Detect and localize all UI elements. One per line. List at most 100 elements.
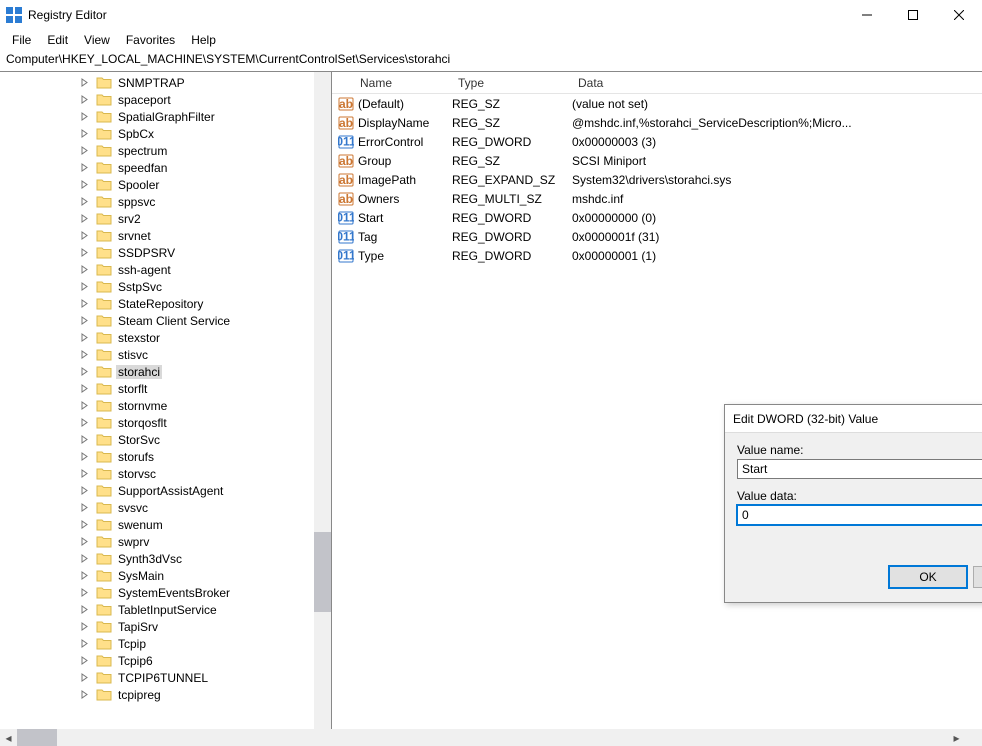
tree-item[interactable]: ssh-agent <box>0 261 314 278</box>
expand-icon[interactable] <box>78 298 90 310</box>
expand-icon[interactable] <box>78 247 90 259</box>
tree-item[interactable]: tcpipreg <box>0 686 314 703</box>
expand-icon[interactable] <box>78 672 90 684</box>
tree-item[interactable]: stornvme <box>0 397 314 414</box>
minimize-button[interactable] <box>844 0 890 30</box>
expand-icon[interactable] <box>78 519 90 531</box>
expand-icon[interactable] <box>78 485 90 497</box>
close-button[interactable] <box>936 0 982 30</box>
tree-item[interactable]: storufs <box>0 448 314 465</box>
expand-icon[interactable] <box>78 655 90 667</box>
expand-icon[interactable] <box>78 196 90 208</box>
tree-item[interactable]: StorSvc <box>0 431 314 448</box>
tree-item[interactable]: srv2 <box>0 210 314 227</box>
tree-item[interactable]: speedfan <box>0 159 314 176</box>
tree-item[interactable]: spaceport <box>0 91 314 108</box>
tree-item[interactable]: storqosflt <box>0 414 314 431</box>
expand-icon[interactable] <box>78 638 90 650</box>
expand-icon[interactable] <box>78 536 90 548</box>
menu-edit[interactable]: Edit <box>39 31 76 49</box>
menu-view[interactable]: View <box>76 31 118 49</box>
expand-icon[interactable] <box>78 553 90 565</box>
expand-icon[interactable] <box>78 604 90 616</box>
tree-item[interactable]: Spooler <box>0 176 314 193</box>
expand-icon[interactable] <box>78 366 90 378</box>
expand-icon[interactable] <box>78 621 90 633</box>
tree-item[interactable]: storvsc <box>0 465 314 482</box>
expand-icon[interactable] <box>78 434 90 446</box>
tree-item[interactable]: Steam Client Service <box>0 312 314 329</box>
tree-item[interactable]: Tcpip6 <box>0 652 314 669</box>
tree-item[interactable]: spectrum <box>0 142 314 159</box>
expand-icon[interactable] <box>78 281 90 293</box>
menu-favorites[interactable]: Favorites <box>118 31 183 49</box>
folder-icon <box>96 365 112 378</box>
expand-icon[interactable] <box>78 400 90 412</box>
tree-item[interactable]: SpatialGraphFilter <box>0 108 314 125</box>
address-bar[interactable]: Computer\HKEY_LOCAL_MACHINE\SYSTEM\Curre… <box>0 50 982 72</box>
expand-icon[interactable] <box>78 230 90 242</box>
expand-icon[interactable] <box>78 111 90 123</box>
tree-item[interactable]: storahci <box>0 363 314 380</box>
tree-item[interactable]: SysMain <box>0 567 314 584</box>
expand-icon[interactable] <box>78 349 90 361</box>
tree-item[interactable]: sppsvc <box>0 193 314 210</box>
tree-item[interactable]: SstpSvc <box>0 278 314 295</box>
vertical-scrollbar[interactable] <box>314 72 331 729</box>
expand-icon[interactable] <box>78 570 90 582</box>
expand-icon[interactable] <box>78 128 90 140</box>
scroll-left-arrow[interactable]: ◂ <box>0 729 17 746</box>
tree-item[interactable]: Tcpip <box>0 635 314 652</box>
tree-item[interactable]: Synth3dVsc <box>0 550 314 567</box>
expand-icon[interactable] <box>78 689 90 701</box>
tree-item[interactable]: srvnet <box>0 227 314 244</box>
expand-icon[interactable] <box>78 315 90 327</box>
ok-button[interactable]: OK <box>889 566 967 588</box>
cancel-button[interactable]: Cancel <box>973 566 982 588</box>
expand-icon[interactable] <box>78 332 90 344</box>
expand-icon[interactable] <box>78 77 90 89</box>
expand-icon[interactable] <box>78 179 90 191</box>
tree-item[interactable]: svsvc <box>0 499 314 516</box>
tree-item[interactable]: SNMPTRAP <box>0 74 314 91</box>
maximize-button[interactable] <box>890 0 936 30</box>
tree-item[interactable]: TabletInputService <box>0 601 314 618</box>
tree-item[interactable]: SystemEventsBroker <box>0 584 314 601</box>
expand-icon[interactable] <box>78 94 90 106</box>
expand-icon[interactable] <box>78 162 90 174</box>
edit-dword-dialog: Edit DWORD (32-bit) Value Value name: Va… <box>724 404 982 603</box>
tree-item-label: SysMain <box>116 569 166 583</box>
vertical-scrollbar-thumb[interactable] <box>314 532 331 612</box>
horizontal-scrollbar-thumb[interactable] <box>17 729 57 746</box>
horizontal-scrollbar[interactable]: ◂ ▸ <box>0 729 982 746</box>
folder-icon <box>96 671 112 684</box>
tree-item[interactable]: TapiSrv <box>0 618 314 635</box>
expand-icon[interactable] <box>78 145 90 157</box>
menu-help[interactable]: Help <box>183 31 224 49</box>
tree-item[interactable]: storflt <box>0 380 314 397</box>
tree-item[interactable]: swenum <box>0 516 314 533</box>
expand-icon[interactable] <box>78 383 90 395</box>
folder-icon <box>96 535 112 548</box>
expand-icon[interactable] <box>78 502 90 514</box>
expand-icon[interactable] <box>78 468 90 480</box>
expand-icon[interactable] <box>78 587 90 599</box>
tree-item[interactable]: StateRepository <box>0 295 314 312</box>
tree-item[interactable]: TCPIP6TUNNEL <box>0 669 314 686</box>
menu-file[interactable]: File <box>4 31 39 49</box>
expand-icon[interactable] <box>78 451 90 463</box>
tree-item[interactable]: SpbCx <box>0 125 314 142</box>
tree-item[interactable]: stexstor <box>0 329 314 346</box>
scroll-right-arrow[interactable]: ▸ <box>948 729 965 746</box>
tree-item[interactable]: SupportAssistAgent <box>0 482 314 499</box>
expand-icon[interactable] <box>78 417 90 429</box>
expand-icon[interactable] <box>78 213 90 225</box>
tree-item[interactable]: SSDPSRV <box>0 244 314 261</box>
dialog-overlay: Edit DWORD (32-bit) Value Value name: Va… <box>332 72 982 729</box>
tree-item[interactable]: stisvc <box>0 346 314 363</box>
value-data-input[interactable] <box>737 505 982 525</box>
value-name-input[interactable] <box>737 459 982 479</box>
expand-icon[interactable] <box>78 264 90 276</box>
registry-tree[interactable]: SNMPTRAP spaceport SpatialGraphFilter Sp… <box>0 72 314 729</box>
tree-item[interactable]: swprv <box>0 533 314 550</box>
